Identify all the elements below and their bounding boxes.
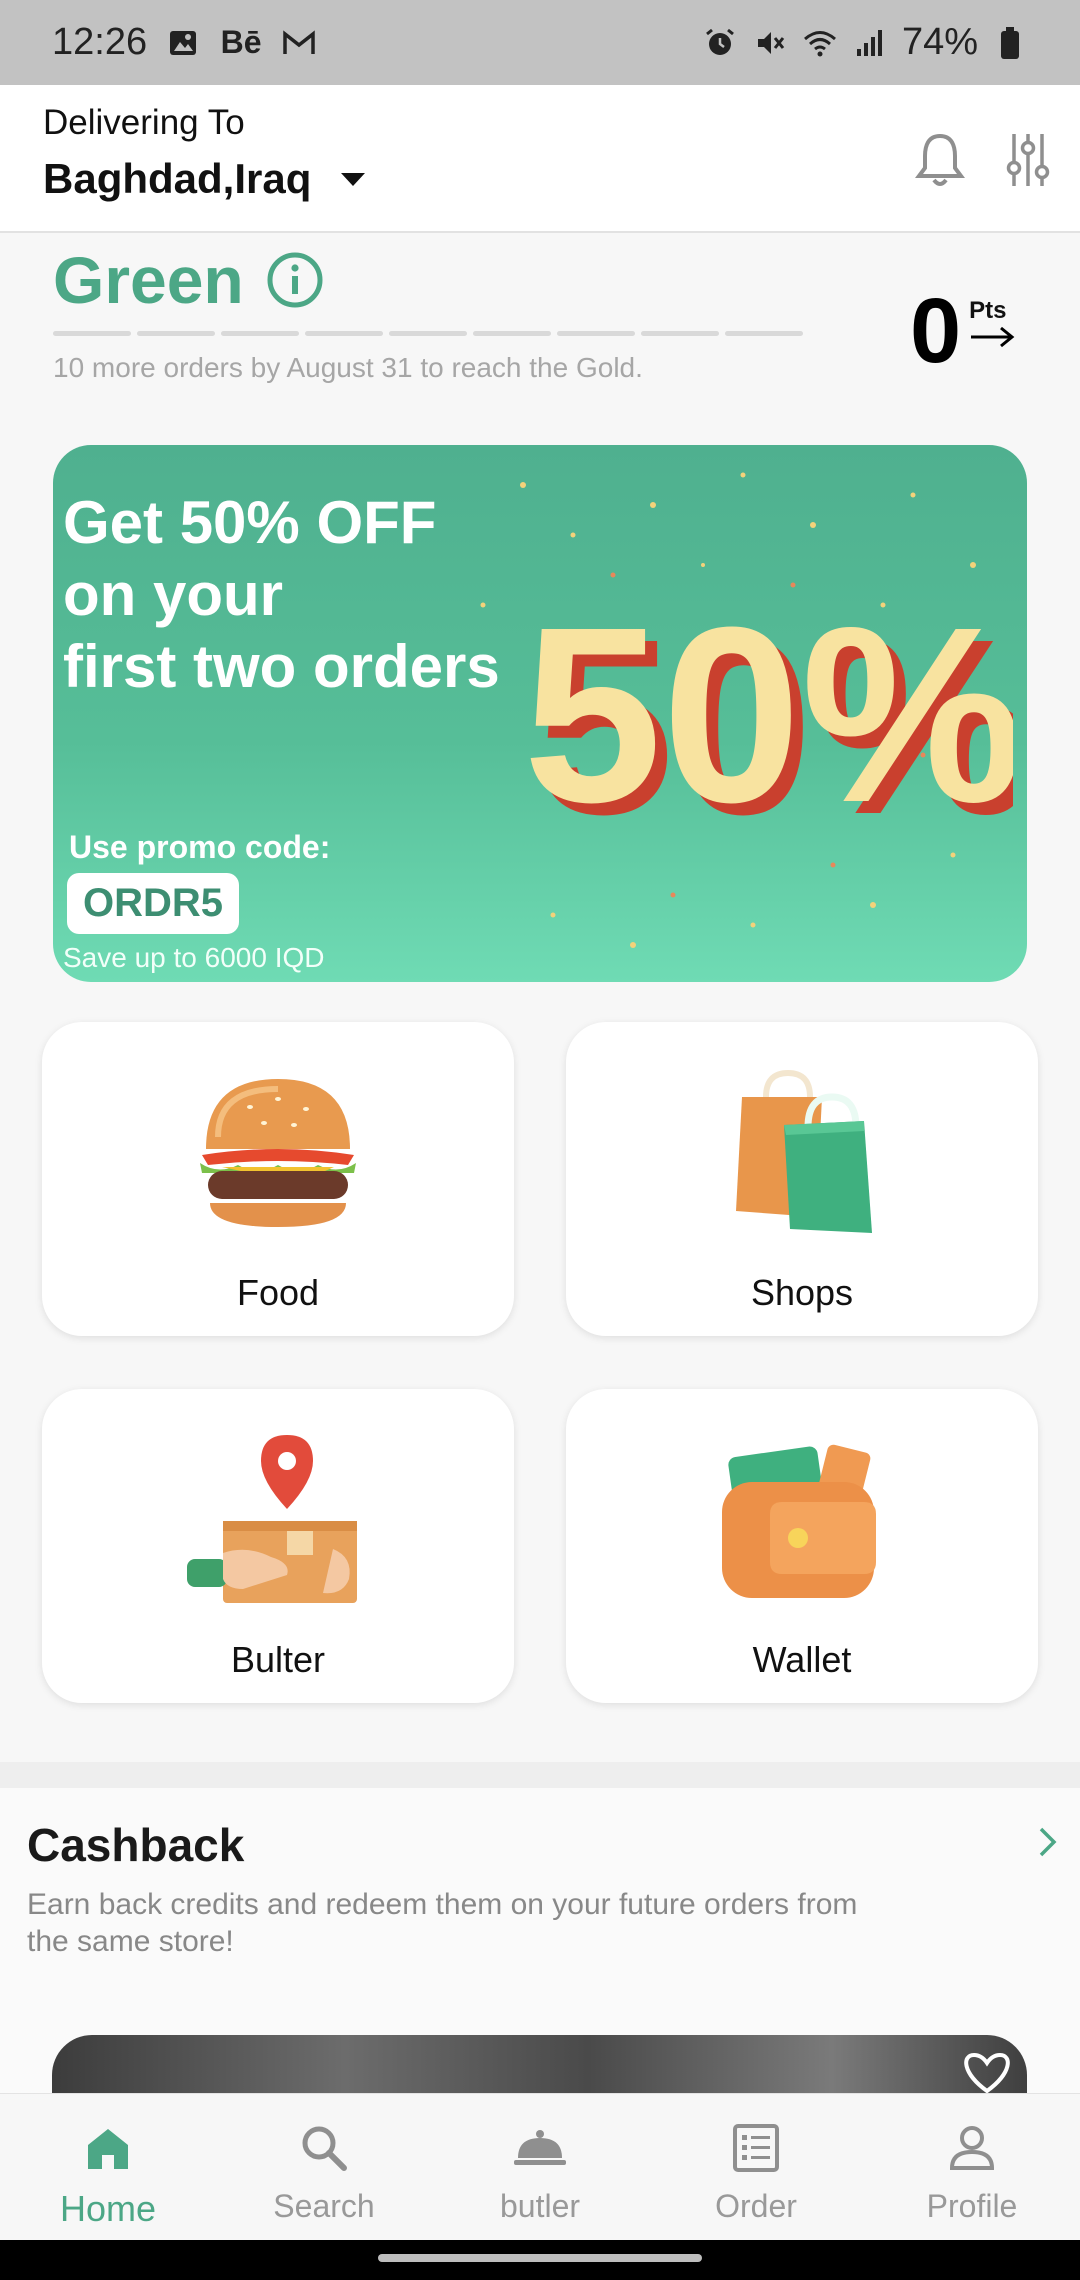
filter-button[interactable] xyxy=(996,125,1060,195)
nav-home[interactable]: Home xyxy=(0,2094,216,2240)
delivering-to-label: Delivering To xyxy=(43,103,245,142)
tier-progress xyxy=(53,331,803,336)
profile-icon xyxy=(944,2120,1000,2176)
nav-order[interactable]: Order xyxy=(648,2094,864,2240)
promo-code-badge[interactable]: ORDR5 xyxy=(67,873,240,934)
mute-icon xyxy=(752,25,788,61)
alarm-icon xyxy=(702,25,738,61)
fifty-percent-graphic: 50% 50% xyxy=(523,575,1013,855)
bell-icon xyxy=(915,133,965,186)
nav-search[interactable]: Search xyxy=(216,2094,432,2240)
category-card-wallet[interactable]: Wallet xyxy=(566,1389,1038,1703)
cloche-icon xyxy=(512,2120,568,2176)
promo-save-text: Save up to 6000 IQD xyxy=(63,942,325,973)
home-icon xyxy=(80,2120,136,2176)
location-text: Baghdad,Iraq xyxy=(43,155,312,202)
category-label: Food xyxy=(236,1272,320,1313)
status-bar: 12:26 Bē 74% xyxy=(0,0,1080,85)
progress-segment xyxy=(389,331,467,336)
location-selector[interactable]: Baghdad,Iraq xyxy=(43,155,366,203)
banner-headline-line: on your xyxy=(63,561,283,628)
banner-headline-line: Get 50% OFF xyxy=(63,489,437,556)
nav-label: Profile xyxy=(926,2188,1018,2224)
burger-icon xyxy=(178,1062,378,1242)
banner-headline: Get 50% OFF on your first two orders xyxy=(63,487,583,703)
chevron-right-icon xyxy=(1039,1827,1057,1857)
progress-segment xyxy=(473,331,551,336)
bottom-nav: Home Search butler Order Profile xyxy=(0,2093,1080,2240)
search-icon xyxy=(296,2120,352,2176)
nav-label: butler xyxy=(499,2188,581,2224)
info-icon[interactable] xyxy=(266,251,324,309)
app-header: Delivering To Baghdad,Iraq xyxy=(0,85,1080,233)
arrow-right-icon xyxy=(971,326,1015,348)
progress-segment xyxy=(53,331,131,336)
battery-icon xyxy=(992,25,1028,61)
cashback-description: Earn back credits and redeem them on you… xyxy=(27,1888,858,1958)
status-time: 12:26 xyxy=(52,21,148,63)
signal-icon xyxy=(852,25,888,61)
home-indicator[interactable] xyxy=(378,2254,702,2262)
notifications-button[interactable] xyxy=(908,125,972,195)
delivery-box-icon xyxy=(178,1429,378,1609)
cashback-store-image[interactable] xyxy=(52,2035,1027,2095)
progress-segment xyxy=(137,331,215,336)
wifi-icon xyxy=(802,25,838,61)
points-button[interactable]: 0 Pts xyxy=(910,285,1015,377)
big-percent-text: 50% xyxy=(523,575,1013,854)
filter-sliders-icon xyxy=(1006,134,1050,186)
progress-segment xyxy=(725,331,803,336)
category-card-food[interactable]: Food xyxy=(42,1022,514,1336)
category-label: Shops xyxy=(750,1272,854,1313)
battery-percent: 74% xyxy=(901,21,978,63)
tier-header: Green xyxy=(53,242,324,318)
nav-profile[interactable]: Profile xyxy=(864,2094,1080,2240)
wallet-icon xyxy=(702,1429,902,1609)
category-label: Wallet xyxy=(752,1639,852,1680)
section-divider xyxy=(0,1762,1080,1788)
order-list-icon xyxy=(728,2120,784,2176)
progress-segment xyxy=(641,331,719,336)
progress-segment xyxy=(557,331,635,336)
tier-note: 10 more orders by August 31 to reach the… xyxy=(53,352,643,383)
nav-label: Search xyxy=(273,2188,375,2224)
progress-segment xyxy=(221,331,299,336)
nav-label: Home xyxy=(59,2188,157,2229)
heart-icon[interactable] xyxy=(952,2053,1022,2093)
cashback-title: Cashback xyxy=(27,1819,245,1871)
tier-name: Green xyxy=(53,243,244,317)
category-card-shops[interactable]: Shops xyxy=(566,1022,1038,1336)
progress-segment xyxy=(305,331,383,336)
promo-code-label: Use promo code: xyxy=(69,829,331,865)
cashback-more-button[interactable] xyxy=(1028,1822,1068,1862)
shopping-bags-icon xyxy=(702,1062,902,1242)
caret-down-icon xyxy=(341,172,366,186)
behance-icon: Bē xyxy=(220,24,262,60)
nav-butler[interactable]: butler xyxy=(432,2094,648,2240)
points-value: 0 xyxy=(910,280,962,382)
points-label: Pts xyxy=(969,297,1007,324)
banner-headline-line: first two orders xyxy=(63,633,500,700)
promo-banner[interactable]: Get 50% OFF on your first two orders 50%… xyxy=(53,445,1027,982)
category-label: Bulter xyxy=(230,1639,326,1680)
nav-label: Order xyxy=(715,2188,797,2224)
image-icon xyxy=(165,25,201,61)
category-card-bulter[interactable]: Bulter xyxy=(42,1389,514,1703)
gmail-icon xyxy=(281,25,317,61)
